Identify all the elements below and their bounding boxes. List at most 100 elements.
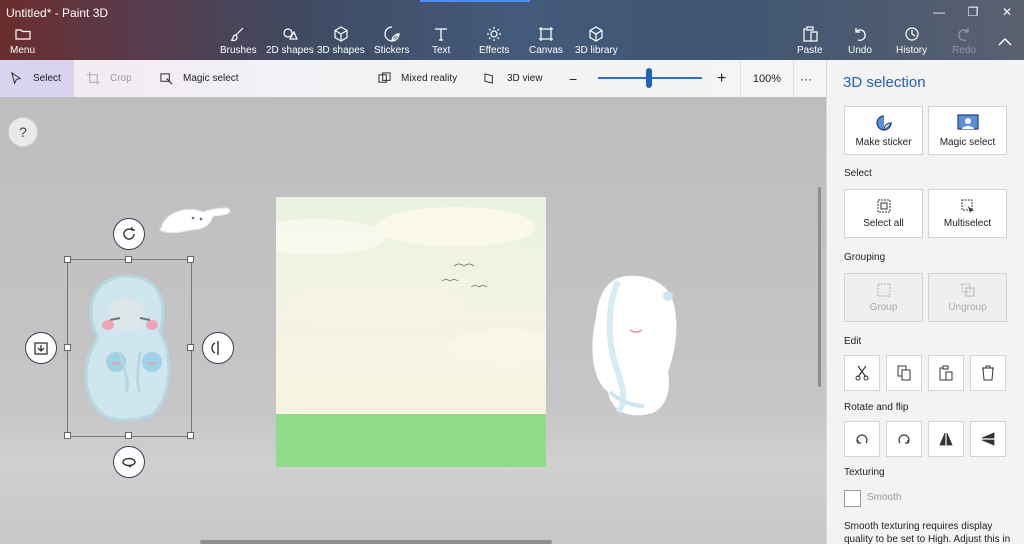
magic-select-tool[interactable]: Magic select [160, 60, 239, 97]
maximize-button[interactable]: ❐ [956, 0, 990, 24]
scissors-icon [855, 365, 869, 381]
tool-3d-library[interactable]: 3D library [575, 26, 618, 56]
drawing-canvas[interactable] [276, 197, 546, 467]
mixed-reality-button[interactable]: Mixed reality [378, 60, 457, 97]
effects-icon [487, 27, 502, 41]
paste-button[interactable]: Paste [797, 26, 823, 56]
zoom-out-label: − [569, 70, 578, 87]
vertical-scrollbar[interactable] [818, 187, 821, 387]
menu-button[interactable]: Menu [10, 26, 35, 56]
more-label: ··· [800, 71, 812, 86]
horizontal-scrollbar[interactable] [200, 540, 552, 544]
ungroup-icon [961, 283, 974, 296]
copy-button[interactable] [886, 355, 922, 391]
group-button[interactable]: Group [844, 273, 923, 322]
resize-handle-bottom[interactable] [125, 432, 132, 439]
tool-label: Stickers [374, 45, 410, 56]
collapse-ribbon-button[interactable] [998, 36, 1012, 50]
push-back-handle[interactable] [25, 332, 57, 364]
crop-tool[interactable]: Crop [87, 60, 132, 97]
magic-select-label: Magic select [939, 136, 996, 148]
tool-2d-shapes[interactable]: 2D shapes [266, 26, 314, 56]
minimize-button[interactable]: — [922, 0, 956, 24]
brush-icon [231, 27, 244, 42]
paste-icon [939, 365, 953, 381]
copy-icon [897, 365, 911, 381]
resize-handle-bottom-right[interactable] [187, 432, 194, 439]
tool-label: Brushes [220, 45, 257, 56]
close-button[interactable]: ✕ [990, 0, 1024, 24]
tool-3d-shapes[interactable]: 3D shapes [317, 26, 365, 56]
select-label: Select [33, 73, 61, 84]
resize-handle-left[interactable] [64, 344, 71, 351]
redo-button[interactable]: Redo [952, 26, 976, 56]
tool-effects[interactable]: Effects [479, 26, 509, 56]
resize-handle-bottom-left[interactable] [64, 432, 71, 439]
make-sticker-button[interactable]: Make sticker [844, 106, 923, 155]
undo-label: Undo [848, 45, 872, 56]
crop-icon [87, 72, 100, 85]
make-sticker-label: Make sticker [855, 136, 912, 148]
smooth-checkbox[interactable] [844, 490, 861, 507]
rotate-flip-section-heading: Rotate and flip [844, 402, 909, 413]
tool-brushes[interactable]: Brushes [220, 26, 257, 56]
canvas-icon [538, 27, 553, 41]
cut-button[interactable] [844, 355, 880, 391]
flip-horizontal-button[interactable] [928, 421, 964, 457]
zoom-out-button[interactable]: − [569, 60, 577, 97]
3d-view-label: 3D view [507, 73, 543, 84]
flip-vertical-button[interactable] [970, 421, 1006, 457]
bunny-sticker[interactable] [155, 200, 233, 238]
selection-box[interactable] [67, 259, 192, 437]
history-button[interactable]: History [896, 26, 927, 56]
paste-panel-button[interactable] [928, 355, 964, 391]
tool-stickers[interactable]: Stickers [374, 26, 410, 56]
cloud-blob-object[interactable] [588, 272, 680, 418]
select-all-button[interactable]: Select all [844, 189, 923, 238]
multiselect-label: Multiselect [943, 217, 992, 229]
3d-selection-panel: 3D selection Make sticker Magic select S… [826, 60, 1024, 544]
rotate-right-button[interactable] [886, 421, 922, 457]
zoom-level[interactable]: 100% [740, 60, 794, 97]
rotate-x-handle[interactable] [113, 218, 145, 250]
sky-clouds [276, 207, 546, 365]
zoom-level-label: 100% [752, 72, 782, 85]
ribbon: Untitled* - Paint 3D — ❐ ✕ Menu Brushes … [0, 0, 1024, 60]
select-tool[interactable]: Select [0, 60, 74, 97]
tool-label: 3D shapes [317, 45, 365, 56]
resize-handle-top-left[interactable] [64, 256, 71, 263]
rotate-z-handle[interactable] [113, 446, 145, 478]
group-label: Group [869, 301, 898, 313]
magic-select-label: Magic select [183, 73, 239, 84]
stickers-icon [384, 26, 400, 42]
3d-library-icon [589, 26, 603, 42]
magic-select-icon [160, 73, 173, 85]
zoom-in-button[interactable]: + [717, 60, 726, 97]
resize-handle-top-right[interactable] [187, 256, 194, 263]
ungroup-button[interactable]: Ungroup [928, 273, 1007, 322]
3d-view-button[interactable]: 3D view [484, 60, 543, 97]
sticker-icon [875, 114, 892, 131]
rotate-y-handle[interactable] [202, 332, 234, 364]
chevron-up-icon [998, 38, 1012, 46]
panel-magic-select-button[interactable]: Magic select [928, 106, 1007, 155]
active-tab-indicator [420, 0, 530, 2]
mixed-reality-label: Mixed reality [401, 73, 458, 84]
undo-button[interactable]: Undo [848, 26, 872, 56]
rotate-icon [123, 227, 135, 240]
zoom-slider-thumb[interactable] [646, 68, 652, 88]
panel-title: 3D selection [843, 74, 926, 91]
more-options-button[interactable]: ··· [800, 60, 812, 97]
tool-canvas[interactable]: Canvas [529, 26, 563, 56]
tool-text[interactable]: Text [432, 26, 450, 56]
multiselect-button[interactable]: Multiselect [928, 189, 1007, 238]
grouping-section-heading: Grouping [844, 252, 886, 263]
rotate-left-button[interactable] [844, 421, 880, 457]
resize-handle-right[interactable] [187, 344, 194, 351]
delete-button[interactable] [970, 355, 1006, 391]
resize-handle-top[interactable] [125, 256, 132, 263]
help-button[interactable]: ? [8, 117, 38, 147]
zoom-in-label: + [717, 69, 727, 87]
z-depth-icon [34, 342, 48, 355]
history-icon [904, 27, 919, 41]
